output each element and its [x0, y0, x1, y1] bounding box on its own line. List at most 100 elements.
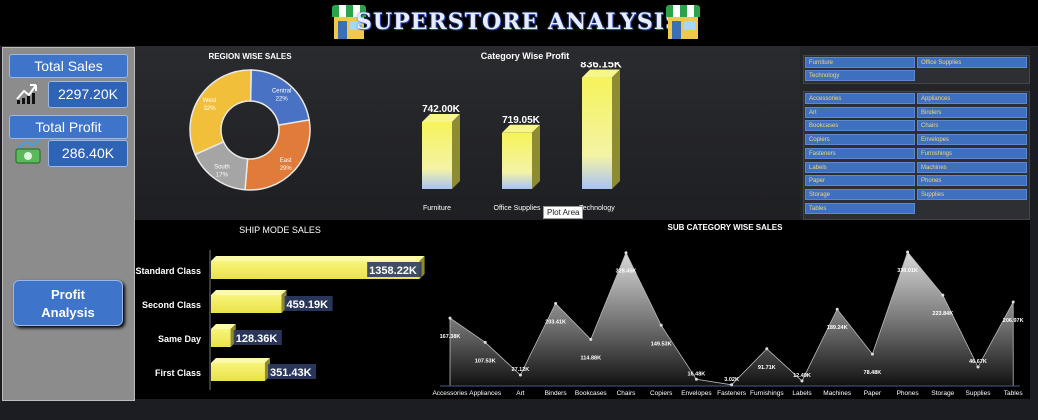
data-point — [624, 251, 628, 255]
area-value-label: 12.49K — [793, 373, 811, 379]
subcategory-chart-title: SUB CATEGORY WISE SALES — [667, 223, 783, 232]
donut-label: South — [214, 165, 230, 171]
shipmode-value-label: 459.19K — [287, 299, 329, 311]
area-value-label: 27.12K — [512, 367, 530, 373]
category-slicer-item[interactable]: Furniture — [805, 57, 915, 68]
bar-value-label: 836.15K — [580, 62, 622, 71]
total-profit-value: 286.40K — [48, 140, 128, 167]
shipmode-tick-label: Second Class — [142, 300, 201, 310]
subcategory-slicer-item[interactable]: Supplies — [917, 188, 1027, 200]
donut-value-label: 32% — [204, 106, 217, 112]
donut-value-label: 29% — [280, 166, 293, 172]
data-point — [800, 379, 804, 383]
category-tick-label: Office Supplies — [494, 205, 541, 212]
subcategory-slicer-item[interactable]: Furnishings — [917, 147, 1027, 159]
shipmode-tick-label: Same Day — [158, 334, 201, 344]
data-point — [765, 347, 769, 351]
data-point — [730, 383, 734, 387]
subcategory-slicer-item[interactable]: Machines — [917, 161, 1027, 173]
subcategory-slicer-item[interactable]: Fasteners — [805, 147, 915, 159]
data-point — [589, 337, 593, 341]
area-value-label: 114.88K — [581, 355, 602, 361]
subcategory-tick-label: Fasteners — [717, 390, 747, 397]
subcategory-tick-label: Bookcases — [575, 390, 608, 397]
subcategory-slicer-item[interactable]: Binders — [917, 106, 1027, 118]
donut-value-label: 22% — [276, 96, 289, 102]
subcategory-tick-label: Furnishings — [750, 390, 784, 397]
bar-top — [211, 290, 287, 295]
subcategory-tick-label: Supplies — [966, 390, 992, 397]
ship-mode-chart: Standard Class 1358.22K Second Class 459.19… — [135, 250, 425, 390]
subcategory-slicer-item[interactable]: Storage — [805, 188, 915, 200]
category-profit-chart: 742.00K Furniture 719.05K Office Supplies 83… — [422, 62, 622, 212]
subcategory-tick-label: Appliances — [469, 390, 502, 397]
area-value-label: 107.53K — [475, 358, 496, 364]
category-slicer-item[interactable]: Office Supplies — [917, 57, 1027, 68]
data-point — [870, 352, 874, 356]
category-chart-title: Category Wise Profit — [480, 51, 570, 61]
area-value-label: 330.01K — [897, 268, 918, 274]
subcategory-slicer-item[interactable]: Phones — [917, 175, 1027, 187]
data-point — [1011, 300, 1015, 304]
area-value-label: 46.67K — [969, 359, 987, 365]
shipmode-value-label: 1358.22K — [369, 265, 417, 277]
shipmode-chart-title: SHIP MODE SALES — [239, 225, 321, 235]
shipmode-value-label: 351.43K — [270, 367, 312, 379]
subcategory-slicer-item[interactable]: Labels — [805, 161, 915, 173]
subcategory-area-chart: 167.38K Accessories 107.53K Appliances 27.12… — [432, 250, 1024, 397]
bar-side — [532, 124, 540, 189]
category-bar — [582, 77, 612, 189]
bar-value-label: 742.00K — [422, 104, 461, 115]
data-point — [906, 250, 910, 254]
bar-side — [612, 69, 620, 189]
donut-value-label: 17% — [216, 173, 229, 179]
profit-money-icon — [15, 139, 41, 164]
subcategory-tick-label: Art — [516, 390, 525, 397]
category-slicer-item[interactable]: Technology — [805, 70, 915, 81]
subcategory-tick-label: Machines — [823, 390, 852, 397]
donut-slice-east — [244, 119, 311, 191]
total-sales-value: 2297.20K — [48, 81, 128, 108]
subcategory-slicer-item[interactable]: Tables — [805, 202, 915, 214]
subcategory-slicer-item[interactable]: Chairs — [917, 120, 1027, 132]
data-point — [659, 323, 663, 327]
subcategory-tick-label: Copiers — [650, 390, 673, 397]
plot-area-tooltip: Plot Area — [543, 206, 584, 219]
subcategory-slicer-item[interactable]: Accessories — [805, 93, 915, 104]
subcategory-slicer-item[interactable]: Copiers — [805, 134, 915, 146]
area-value-label: 3.02K — [724, 377, 739, 383]
subcategory-tick-label: Tables — [1004, 390, 1024, 397]
subcategory-tick-label: Labels — [792, 390, 812, 397]
profit-analysis-button[interactable]: Profit Analysis — [13, 280, 123, 326]
bar-top — [211, 256, 425, 261]
sales-chart-icon — [16, 84, 37, 104]
subcategory-slicer-item[interactable]: Envelopes — [917, 134, 1027, 146]
subcategory-tick-label: Envelopes — [681, 390, 712, 397]
subcategory-slicer-item[interactable]: Bookcases — [805, 120, 915, 132]
data-point — [976, 365, 980, 369]
subcategory-tick-label: Storage — [931, 390, 954, 397]
area-value-label: 223.84K — [932, 311, 953, 317]
donut-label: East — [280, 158, 292, 164]
donut-slice-west — [189, 69, 252, 156]
subcategory-slicer-item[interactable]: Appliances — [917, 93, 1027, 104]
shipmode-value-label: 128.36K — [236, 333, 278, 345]
area-value-label: 206.97K — [1003, 318, 1024, 324]
store-icon — [666, 5, 700, 39]
data-point — [554, 301, 558, 305]
bar-value-label: 719.05K — [502, 115, 541, 126]
area-value-label: 78.48K — [864, 370, 882, 376]
bar-top — [211, 358, 270, 363]
subcategory-slicer-item[interactable]: Paper — [805, 175, 915, 187]
subcategory-slicer-item[interactable]: Art — [805, 106, 915, 118]
area-value-label: 328.45K — [616, 269, 637, 275]
area-value-label: 203.41K — [545, 319, 566, 325]
area-value-label: 149.53K — [651, 341, 672, 347]
data-point — [694, 377, 698, 381]
data-point — [448, 316, 452, 320]
subcategory-area — [449, 251, 1014, 387]
category-tick-label: Technology — [579, 205, 615, 212]
dashboard-title: SUPERSTORE ANALYSIS — [356, 9, 682, 35]
total-profit-label: Total Profit — [9, 115, 128, 139]
bar-side — [452, 113, 460, 189]
